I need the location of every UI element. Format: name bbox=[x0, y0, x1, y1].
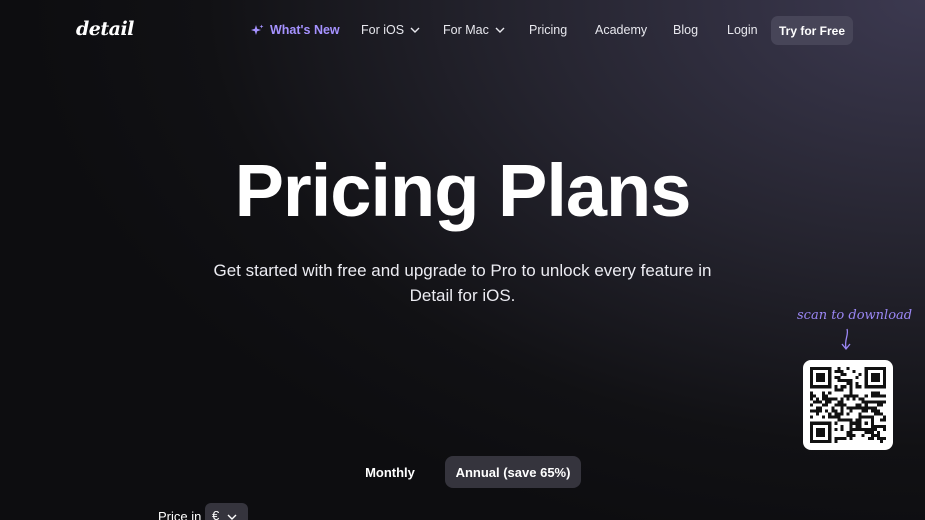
for-mac-menu[interactable]: For Mac bbox=[443, 23, 505, 37]
for-ios-label: For iOS bbox=[361, 23, 405, 37]
chevron-down-icon bbox=[410, 27, 420, 33]
currency-value: € bbox=[212, 507, 220, 520]
for-ios-menu[interactable]: For iOS bbox=[361, 23, 420, 37]
page-subtitle: Get started with free and upgrade to Pro… bbox=[213, 261, 712, 305]
sparkle-icon bbox=[251, 24, 264, 37]
blog-link[interactable]: Blog bbox=[673, 23, 698, 37]
detail-logo[interactable]: detail bbox=[76, 18, 134, 40]
whats-new-link[interactable]: What's New bbox=[251, 23, 340, 37]
chevron-down-icon bbox=[495, 27, 505, 33]
chevron-down-icon bbox=[227, 508, 237, 520]
page-title: Pricing Plans bbox=[234, 149, 692, 232]
try-for-free-button[interactable]: Try for Free bbox=[771, 16, 853, 45]
pricing-link[interactable]: Pricing bbox=[529, 23, 567, 37]
login-link[interactable]: Login bbox=[727, 23, 758, 37]
currency-select[interactable]: € bbox=[205, 503, 248, 520]
for-mac-label: For Mac bbox=[443, 23, 489, 37]
qr-code bbox=[803, 360, 893, 450]
scan-to-download-label: scan to download bbox=[797, 308, 913, 323]
billing-annual-toggle[interactable]: Annual (save 65%) bbox=[445, 456, 581, 488]
arrow-down-icon bbox=[838, 328, 854, 357]
price-in-label: Price in bbox=[158, 509, 202, 520]
top-navigation: detail What's New For iOS For Mac Pricin… bbox=[0, 0, 925, 62]
billing-monthly-toggle[interactable]: Monthly bbox=[351, 456, 429, 488]
whats-new-label: What's New bbox=[270, 23, 340, 37]
academy-link[interactable]: Academy bbox=[595, 23, 647, 37]
